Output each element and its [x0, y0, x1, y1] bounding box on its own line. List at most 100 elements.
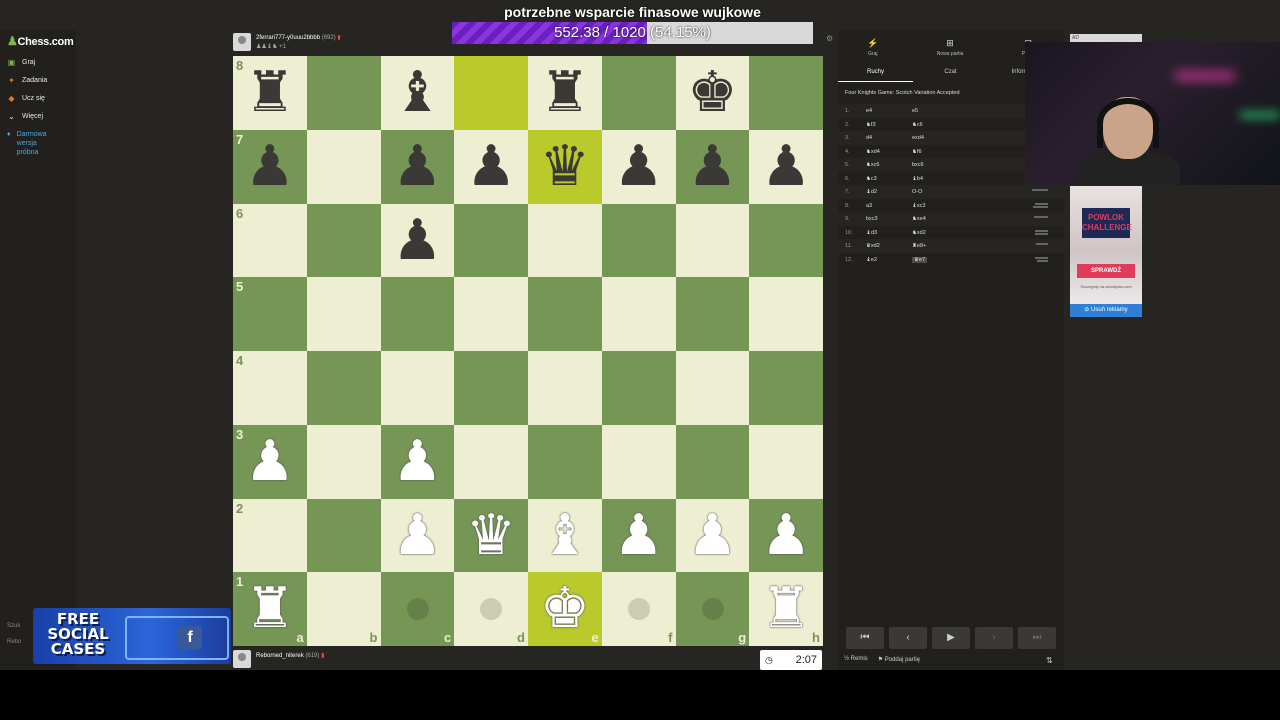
square-a8[interactable]: ♜ 8 — [233, 56, 307, 130]
square-h1[interactable]: ♜ h — [749, 572, 823, 646]
square-e3[interactable] — [528, 424, 602, 499]
square-e8[interactable]: ♜ — [528, 56, 602, 130]
black-move[interactable]: e5 — [912, 108, 918, 114]
square-b1[interactable]: b — [306, 572, 381, 646]
square-c1[interactable]: c — [380, 572, 455, 646]
square-c7[interactable]: ♟ — [380, 129, 455, 204]
square-d1[interactable]: d — [454, 572, 528, 646]
sidebar-item-more[interactable]: ⌄ Więcej — [7, 112, 43, 121]
square-c3[interactable]: ♟ — [380, 424, 455, 499]
ad-banner[interactable]: POWLOK CHALLENGE SPRAWDŹ Szczegóły na ci… — [1070, 186, 1142, 304]
black-pawn[interactable]: ♟ — [233, 130, 307, 204]
square-h4[interactable] — [749, 351, 823, 425]
square-g4[interactable] — [675, 351, 750, 425]
square-d4[interactable] — [454, 351, 528, 425]
prev-move-button[interactable]: ‹ — [889, 627, 927, 649]
black-bishop[interactable]: ♝ — [381, 56, 455, 130]
black-pawn[interactable]: ♟ — [381, 204, 455, 278]
white-move[interactable]: ♝d3 — [866, 230, 877, 236]
draw-button[interactable]: ½ Remis — [844, 656, 868, 663]
white-pawn[interactable]: ♟ — [676, 499, 750, 573]
square-c6[interactable]: ♟ — [380, 203, 455, 278]
square-d6[interactable] — [454, 203, 528, 278]
tab-play[interactable]: ⚡ Graj — [867, 34, 878, 60]
ad-cta-button[interactable]: SPRAWDŹ — [1077, 264, 1135, 278]
resign-button[interactable]: ⚑ Poddaj partię — [878, 656, 920, 663]
white-move[interactable]: ♞c3 — [866, 176, 877, 182]
chess-board[interactable]: ♜ 8 ♝ ♜ ♚ ♟ 7 ♟ ♟ ♛ ♟ ♟ ♟ 6 ♟ 5 4 ♟ 3 ♟ 2 ♟ ♛ ♝ ♟ ♟ ♟ ♜ 1 a b c d ♚ e f g ♜ h — [233, 56, 823, 646]
sidebar-item-puzzles[interactable]: ✦ Zadania — [7, 76, 47, 85]
square-a5[interactable]: 5 — [233, 277, 307, 351]
square-d5[interactable] — [454, 277, 528, 351]
black-move[interactable]: ♜e8+ — [912, 243, 926, 249]
square-h7[interactable]: ♟ — [749, 129, 823, 204]
square-b6[interactable] — [306, 203, 381, 278]
black-rook[interactable]: ♜ — [528, 56, 602, 130]
square-c8[interactable]: ♝ — [380, 56, 455, 130]
black-move[interactable]: ♛e7 — [912, 256, 928, 263]
last-move-button[interactable]: ⏭ — [1018, 627, 1056, 649]
move-hint-dot[interactable] — [627, 598, 650, 621]
settings-icon[interactable]: ⚙ — [826, 34, 834, 43]
black-queen[interactable]: ♛ — [528, 130, 602, 204]
square-g5[interactable] — [675, 277, 750, 351]
white-queen[interactable]: ♛ — [454, 499, 528, 573]
square-e2[interactable]: ♝ — [528, 498, 602, 573]
black-move[interactable]: ♞c6 — [912, 122, 923, 128]
avatar[interactable] — [233, 33, 251, 51]
square-h8[interactable] — [749, 56, 823, 130]
black-move[interactable]: O-O — [912, 189, 922, 195]
search-link[interactable]: Szuk — [7, 618, 21, 634]
white-pawn[interactable]: ♟ — [749, 499, 823, 573]
square-a3[interactable]: ♟ 3 — [233, 424, 307, 499]
square-a7[interactable]: ♟ 7 — [233, 129, 307, 204]
square-e6[interactable] — [528, 203, 602, 278]
square-f7[interactable]: ♟ — [601, 129, 676, 204]
square-d3[interactable] — [454, 424, 528, 499]
square-b5[interactable] — [306, 277, 381, 351]
square-h6[interactable] — [749, 203, 823, 278]
square-a6[interactable]: 6 — [233, 203, 307, 278]
square-b3[interactable] — [306, 424, 381, 499]
square-a2[interactable]: 2 — [233, 498, 307, 573]
top-player-name[interactable]: 2ferrari777-y0uuu2bbbb (692) ▮ — [256, 34, 341, 41]
sidebar-item-play[interactable]: ▣ Graj — [7, 58, 36, 67]
square-a4[interactable]: 4 — [233, 351, 307, 425]
black-pawn[interactable]: ♟ — [381, 130, 455, 204]
black-move[interactable]: ♝b4 — [912, 176, 923, 182]
black-pawn[interactable]: ♟ — [602, 130, 676, 204]
square-h3[interactable] — [749, 424, 823, 499]
white-move[interactable]: ♞xd4 — [866, 149, 880, 155]
free-trial-link[interactable]: ♦ Darmowa wersja próbna — [7, 130, 51, 157]
white-move[interactable]: ♝d2 — [866, 189, 877, 195]
move-hint-dot[interactable] — [406, 598, 429, 621]
white-pawn[interactable]: ♟ — [233, 425, 307, 499]
black-move[interactable]: ♞xd2 — [912, 230, 926, 236]
black-move[interactable]: ♞f6 — [912, 149, 922, 155]
first-move-button[interactable]: ⏮ — [846, 627, 884, 649]
tab-new-game[interactable]: ⊞ Nowa partia — [937, 34, 964, 60]
square-e5[interactable] — [528, 277, 602, 351]
black-pawn[interactable]: ♟ — [454, 130, 528, 204]
black-king[interactable]: ♚ — [676, 56, 750, 130]
square-g6[interactable] — [675, 203, 750, 278]
square-g1[interactable]: g — [675, 572, 750, 646]
square-g8[interactable]: ♚ — [675, 56, 750, 130]
avatar[interactable] — [233, 650, 251, 668]
square-c2[interactable]: ♟ — [380, 498, 455, 573]
square-g7[interactable]: ♟ — [675, 129, 750, 204]
white-move[interactable]: ♛xd2 — [866, 243, 880, 249]
white-move[interactable]: ♝e2 — [866, 257, 877, 263]
white-move[interactable]: bxc3 — [866, 216, 878, 222]
black-move[interactable]: bxc6 — [912, 162, 924, 168]
next-move-button[interactable]: › — [975, 627, 1013, 649]
bottom-player-name[interactable]: Reborned_niterek (619) ▮ — [256, 652, 324, 659]
square-e7[interactable]: ♛ — [528, 129, 602, 204]
square-g3[interactable] — [675, 424, 750, 499]
square-e1[interactable]: ♚ e — [528, 572, 602, 646]
square-b4[interactable] — [306, 351, 381, 425]
white-pawn[interactable]: ♟ — [602, 499, 676, 573]
black-move[interactable]: exd4 — [912, 135, 924, 141]
white-bishop[interactable]: ♝ — [528, 499, 602, 573]
black-pawn[interactable]: ♟ — [676, 130, 750, 204]
